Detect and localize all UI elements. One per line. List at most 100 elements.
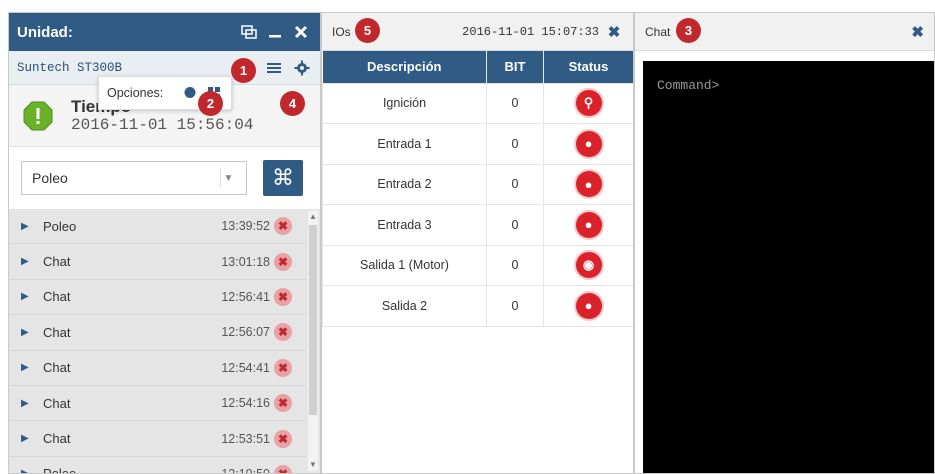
history-item-name: Chat bbox=[43, 289, 71, 305]
gear-icon[interactable] bbox=[292, 58, 312, 78]
expand-triangle-icon[interactable]: ▶ bbox=[21, 468, 31, 473]
send-command-button[interactable]: ⌘ bbox=[263, 160, 303, 196]
history-item-name: Chat bbox=[43, 360, 71, 376]
history-item[interactable]: ▶ Chat 12:56:41 ✖ bbox=[9, 280, 306, 316]
io-bit: 0 bbox=[486, 163, 544, 205]
column-header-descripcion: Descripción bbox=[322, 51, 487, 83]
delete-icon[interactable]: ✖ bbox=[274, 252, 292, 271]
command-select-value: Poleo bbox=[32, 170, 68, 186]
delete-icon[interactable]: ✖ bbox=[274, 287, 292, 306]
io-status-cell: ⚲ bbox=[543, 82, 633, 124]
history-item[interactable]: ▶ Chat 12:54:41 ✖ bbox=[9, 351, 306, 386]
io-description: Ignición bbox=[322, 82, 487, 124]
io-row: Salida 1 (Motor) 0 ◉ bbox=[322, 244, 633, 286]
callout-1: 1 bbox=[231, 58, 256, 83]
scrollbar-thumb[interactable] bbox=[309, 225, 317, 415]
chevron-down-icon: ▼ bbox=[220, 169, 236, 187]
callout-2: 2 bbox=[198, 91, 223, 116]
status-time: 2016-11-01 15:56:04 bbox=[71, 115, 254, 134]
io-description: Entrada 2 bbox=[322, 163, 487, 205]
scroll-up-icon[interactable]: ▲ bbox=[308, 211, 318, 223]
expand-triangle-icon[interactable]: ▶ bbox=[21, 362, 31, 373]
terminal-prompt: Command> bbox=[657, 78, 720, 93]
io-description: Entrada 3 bbox=[322, 204, 487, 246]
callout-3: 3 bbox=[676, 18, 701, 43]
close-icon[interactable] bbox=[290, 21, 312, 43]
history-list: ▶ Poleo 13:39:52 ✖ ▶ Chat 13:01:18 ✖ ▶ Chat 12:56:… bbox=[9, 209, 320, 474]
io-bit: 0 bbox=[486, 204, 544, 246]
chat-bubble-icon[interactable] bbox=[181, 84, 199, 102]
unidad-title: Unidad: bbox=[17, 23, 73, 41]
history-item-name: Chat bbox=[43, 431, 71, 447]
command-history: ▶ Poleo 13:39:52 ✖ ▶ Chat 13:01:18 ✖ ▶ Chat 12:56:… bbox=[9, 209, 320, 473]
io-row: Entrada 2 0 ● bbox=[322, 163, 633, 205]
command-select[interactable]: Poleo ▼ bbox=[21, 161, 247, 195]
input-3-icon: ● bbox=[575, 211, 602, 238]
scroll-down-icon[interactable]: ▼ bbox=[308, 459, 318, 471]
io-bit: 0 bbox=[486, 123, 544, 165]
io-description: Salida 2 bbox=[322, 285, 487, 327]
history-item-time: 12:19:50 bbox=[221, 466, 270, 474]
delete-icon[interactable]: ✖ bbox=[274, 217, 292, 236]
history-scrollbar[interactable]: ▲ ▼ bbox=[308, 211, 318, 471]
history-item-time: 12:56:07 bbox=[221, 325, 270, 340]
ios-panel: IOs 2016-11-01 15:07:33 ✖ Descripción BI… bbox=[321, 12, 634, 474]
minimize-icon[interactable] bbox=[264, 21, 286, 43]
menu-icon[interactable] bbox=[264, 58, 284, 78]
device-name: Suntech ST300B bbox=[17, 60, 123, 75]
io-bit: 0 bbox=[486, 244, 544, 286]
history-item-time: 13:01:18 bbox=[221, 254, 270, 269]
history-item[interactable]: ▶ Chat 12:54:16 ✖ bbox=[9, 386, 306, 422]
history-item[interactable]: ▶ Chat 12:56:07 ✖ bbox=[9, 315, 306, 351]
history-item-time: 12:53:51 bbox=[221, 431, 270, 446]
io-row: Entrada 1 0 ● bbox=[322, 123, 633, 165]
warning-icon bbox=[23, 101, 53, 130]
delete-icon[interactable]: ✖ bbox=[274, 323, 292, 342]
io-bit: 0 bbox=[486, 82, 544, 124]
history-item[interactable]: ▶ Chat 13:01:18 ✖ bbox=[9, 244, 306, 280]
expand-triangle-icon[interactable]: ▶ bbox=[21, 221, 31, 232]
delete-icon[interactable]: ✖ bbox=[274, 429, 292, 448]
history-item-name: Chat bbox=[43, 324, 71, 340]
delete-icon[interactable]: ✖ bbox=[274, 464, 292, 473]
delete-icon[interactable]: ✖ bbox=[274, 358, 292, 377]
chat-panel: Chat ✖ Command> bbox=[634, 12, 935, 474]
history-item-name: Chat bbox=[43, 254, 71, 270]
history-item[interactable]: ▶ Poleo 13:39:52 ✖ bbox=[9, 209, 306, 245]
input-1-icon: ● bbox=[575, 130, 602, 157]
expand-triangle-icon[interactable]: ▶ bbox=[21, 256, 31, 267]
io-row: Salida 2 0 ● bbox=[322, 285, 633, 327]
input-2-icon: ● bbox=[575, 171, 602, 198]
io-row: Entrada 3 0 ● bbox=[322, 204, 633, 246]
history-item-time: 13:39:52 bbox=[221, 219, 270, 234]
column-header-status: Status bbox=[543, 51, 633, 83]
expand-triangle-icon[interactable]: ▶ bbox=[21, 433, 31, 444]
io-status-cell: ● bbox=[543, 163, 633, 205]
command-row: Poleo ▼ ⌘ bbox=[9, 147, 320, 209]
io-description: Salida 1 (Motor) bbox=[322, 244, 487, 286]
io-status-cell: ◉ bbox=[543, 244, 633, 286]
ios-title: IOs bbox=[332, 24, 351, 39]
options-label: Opciones: bbox=[107, 86, 164, 100]
expand-triangle-icon[interactable]: ▶ bbox=[21, 327, 31, 338]
expand-triangle-icon[interactable]: ▶ bbox=[21, 398, 31, 409]
motor-output-icon: ◉ bbox=[575, 252, 602, 279]
output-2-icon: ● bbox=[575, 292, 602, 319]
history-item[interactable]: ▶ Poleo 12:19:50 ✖ bbox=[9, 457, 306, 474]
expand-triangle-icon[interactable]: ▶ bbox=[21, 291, 31, 302]
history-item-name: Poleo bbox=[43, 218, 77, 234]
unidad-header: Unidad: bbox=[9, 13, 320, 51]
delete-icon[interactable]: ✖ bbox=[274, 394, 292, 413]
close-icon[interactable]: ✖ bbox=[911, 23, 924, 41]
history-item[interactable]: ▶ Chat 12:53:51 ✖ bbox=[9, 421, 306, 457]
io-bit: 0 bbox=[486, 285, 544, 327]
command-key-icon: ⌘ bbox=[272, 165, 294, 190]
close-icon[interactable]: ✖ bbox=[605, 23, 623, 41]
io-description: Entrada 1 bbox=[322, 123, 487, 165]
detach-window-icon[interactable] bbox=[238, 21, 260, 43]
io-row: Ignición 0 ⚲ bbox=[322, 82, 633, 124]
chat-terminal[interactable]: Command> bbox=[643, 61, 934, 473]
io-status-cell: ● bbox=[543, 204, 633, 246]
history-item-time: 12:54:16 bbox=[221, 396, 270, 411]
ios-table: Descripción BIT Status Ignición 0 ⚲ Entrada… bbox=[322, 51, 633, 327]
